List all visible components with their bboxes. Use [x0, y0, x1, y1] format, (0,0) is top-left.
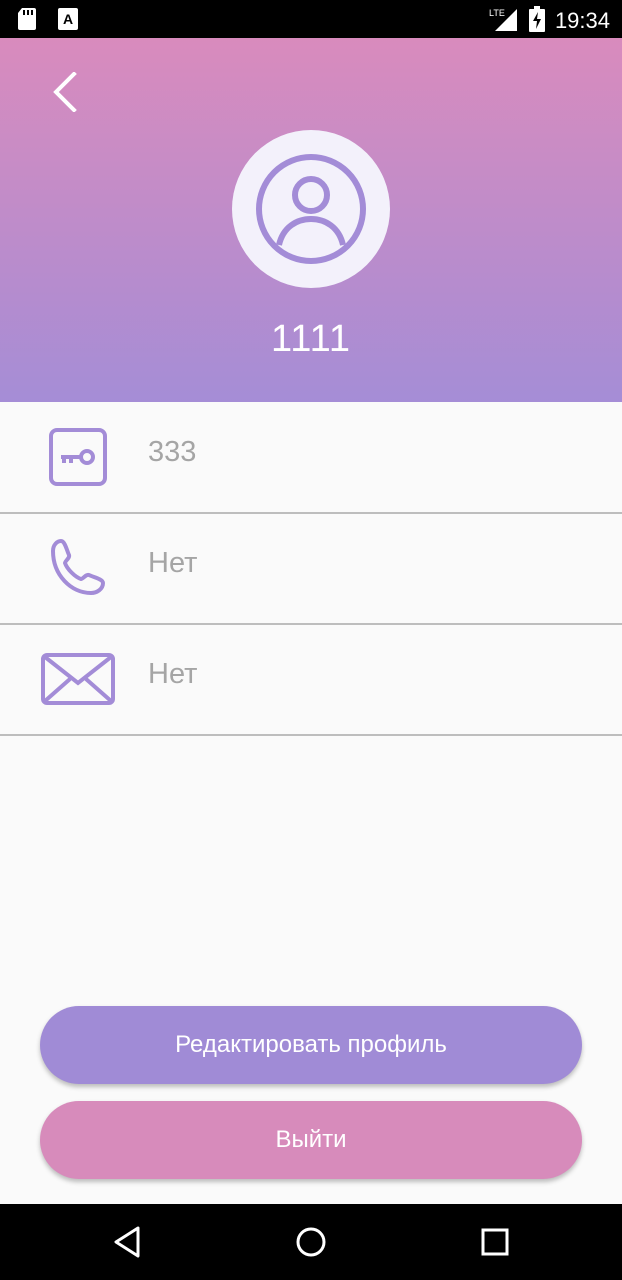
- nav-home-button[interactable]: [291, 1222, 331, 1262]
- circle-home-icon: [296, 1227, 326, 1257]
- nav-recents-button[interactable]: [475, 1222, 515, 1262]
- status-bar: A LTE 19:34: [0, 0, 622, 38]
- logout-button[interactable]: Выйти: [40, 1101, 582, 1179]
- edit-profile-button[interactable]: Редактировать профиль: [40, 1006, 582, 1084]
- login-value: 333: [148, 436, 197, 468]
- signal-lte-icon: LTE: [489, 7, 519, 35]
- nav-back-button[interactable]: [108, 1222, 148, 1262]
- email-field-row[interactable]: Нет: [0, 624, 622, 736]
- battery-icon: [528, 6, 545, 36]
- square-recents-icon: [481, 1228, 509, 1256]
- user-circle-icon: [256, 154, 366, 264]
- key-icon: [40, 426, 116, 488]
- username: 1111: [270, 318, 352, 360]
- mail-icon: [40, 648, 116, 710]
- system-nav-bar: [0, 1204, 622, 1280]
- avatar[interactable]: [232, 130, 390, 288]
- sd-card-icon: [18, 8, 38, 34]
- email-value: Нет: [148, 658, 198, 690]
- chevron-left-icon: [53, 71, 77, 113]
- phone-field-row[interactable]: Нет: [0, 513, 622, 625]
- phone-value: Нет: [148, 547, 198, 579]
- back-button[interactable]: [46, 71, 86, 113]
- profile-header: 1111: [0, 38, 622, 402]
- font-a-icon: A: [58, 8, 78, 34]
- triangle-back-icon: [114, 1226, 140, 1258]
- svg-text:A: A: [63, 11, 73, 27]
- phone-icon: [40, 537, 116, 599]
- svg-text:LTE: LTE: [489, 8, 505, 18]
- login-field-row[interactable]: 333: [0, 402, 622, 514]
- clock: 19:34: [554, 8, 610, 33]
